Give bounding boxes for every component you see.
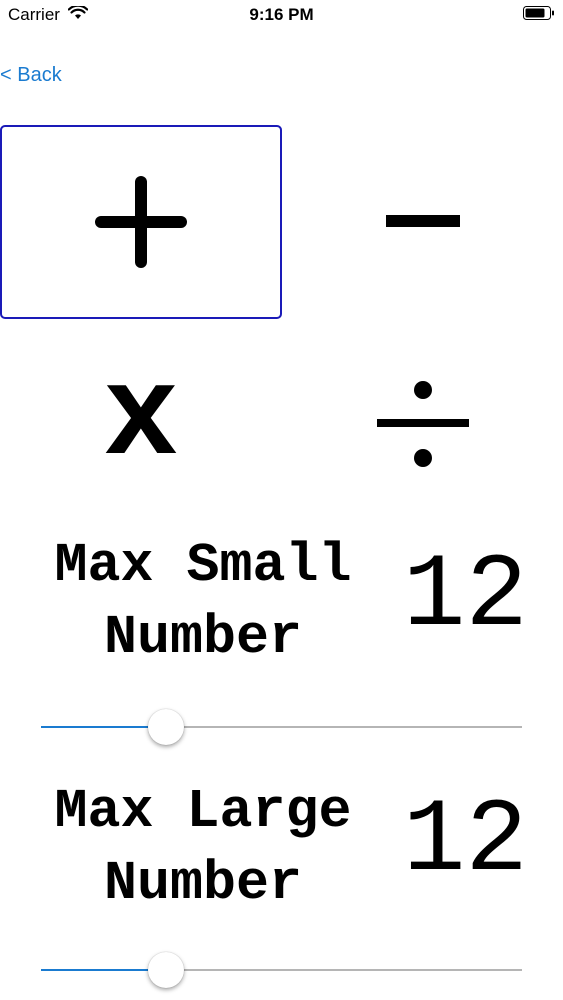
multiply-operation-button[interactable]: x [0,330,282,520]
subtract-operation-button[interactable] [282,125,563,319]
status-time: 9:16 PM [249,5,314,24]
add-operation-button[interactable] [0,125,282,319]
max-small-number-label: Max Small Number [54,534,352,669]
status-bar: Carrier 9:16 PM [0,0,563,30]
divide-operation-button[interactable] [282,330,563,520]
max-small-number-slider[interactable] [41,707,522,747]
max-large-number-slider[interactable] [41,950,522,990]
max-large-number-label: Max Large Number [54,780,352,915]
plus-icon [95,176,187,268]
slider-thumb[interactable] [148,952,185,988]
max-small-number-value: 12 [403,538,528,656]
multiply-symbol: x [102,347,180,492]
battery-icon [523,6,554,20]
minus-icon [385,215,460,227]
slider-thumb[interactable] [148,709,185,745]
back-button[interactable]: < Back [0,64,62,87]
max-large-number-value: 12 [403,783,528,901]
divide-icon [376,381,469,467]
